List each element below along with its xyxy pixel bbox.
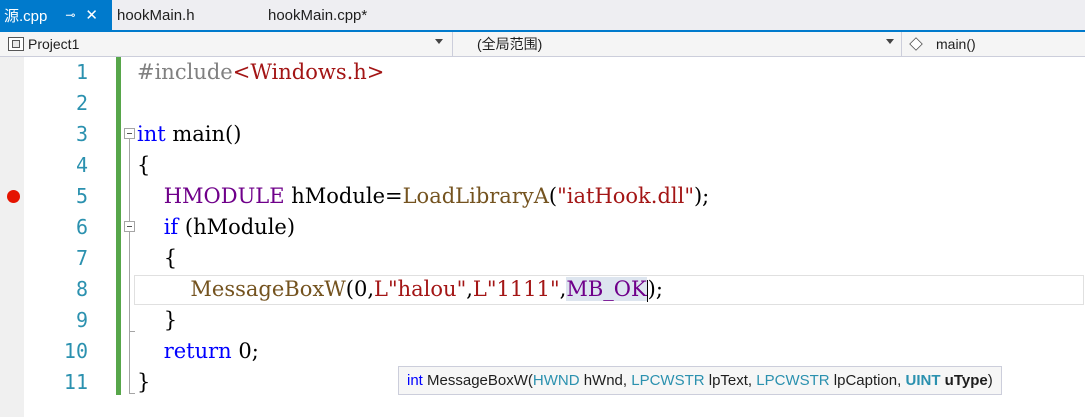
- code-token: L"1111": [472, 277, 560, 301]
- code-token: int: [137, 122, 166, 146]
- code-line[interactable]: {: [137, 243, 177, 274]
- member-dropdown[interactable]: main(): [902, 32, 1085, 56]
- code-token: HMODULE: [163, 184, 285, 208]
- line-number: 6: [75, 215, 88, 239]
- tooltip-segment: UINT: [905, 372, 941, 389]
- code-token: hModule=: [284, 184, 403, 208]
- change-tracking-bar: [116, 57, 121, 395]
- function-icon: [909, 37, 923, 51]
- code-token: <Windows.h>: [232, 60, 385, 84]
- tooltip-segment: lpCaption,: [829, 372, 906, 389]
- scope-dropdown[interactable]: (全局范围): [455, 32, 900, 56]
- navigation-bar: Project1 (全局范围) main(): [0, 32, 1085, 57]
- code-token: "iatHook.dll": [557, 184, 694, 208]
- tooltip-segment: LPCWSTR: [756, 372, 830, 389]
- collapse-icon[interactable]: [124, 128, 135, 139]
- tab-label: hookMain.cpp*: [268, 6, 368, 24]
- tooltip-segment: HWND: [532, 372, 580, 389]
- tooltip-segment: ): [987, 372, 993, 389]
- code-token: (hModule): [178, 215, 296, 239]
- tooltip-segment: hWnd,: [579, 372, 632, 389]
- project-dropdown[interactable]: Project1: [0, 32, 449, 56]
- code-line[interactable]: {: [137, 150, 150, 181]
- outline-guide: [129, 139, 130, 394]
- code-token: #include: [137, 60, 233, 84]
- code-token: 0;: [231, 339, 259, 363]
- code-token: );: [647, 277, 663, 301]
- code-line[interactable]: }: [137, 367, 150, 398]
- code-token: main(): [165, 122, 242, 146]
- code-token: LoadLibraryA: [402, 184, 549, 208]
- breakpoint-icon[interactable]: [7, 190, 20, 203]
- code-line[interactable]: int main(): [137, 119, 241, 150]
- line-number: 2: [75, 91, 88, 115]
- code-token: );: [693, 184, 710, 208]
- code-token: (0,: [345, 277, 375, 301]
- code-token: if: [163, 215, 179, 239]
- code-line[interactable]: return 0;: [137, 336, 259, 367]
- code-token: MessageBoxW: [190, 277, 346, 301]
- code-editor[interactable]: 1 2 3 4 5 6 7 8 9 10 11 #include<Windows.h> int mai…: [0, 57, 1085, 417]
- outline-guide-end: [129, 331, 135, 332]
- tooltip-segment: uType: [940, 372, 988, 389]
- tab-label: 源.cpp: [4, 7, 48, 25]
- line-number: 9: [75, 308, 88, 332]
- code-token: return: [163, 339, 232, 363]
- chevron-down-icon[interactable]: [435, 39, 443, 44]
- divider: [452, 32, 453, 56]
- project-label: Project1: [28, 36, 80, 52]
- chevron-down-icon[interactable]: [886, 39, 894, 44]
- line-number: 10: [63, 339, 88, 363]
- parameter-info-tooltip: int MessageBoxW(HWND hWnd, LPCWSTR lpTex…: [398, 366, 1002, 395]
- close-icon[interactable]: ✕: [85, 6, 98, 24]
- member-label: main(): [936, 36, 976, 52]
- outline-guide-end: [129, 393, 135, 394]
- glyph-margin[interactable]: [0, 57, 24, 417]
- tooltip-segment: MessageBoxW(: [422, 372, 533, 389]
- tab-source-cpp[interactable]: 源.cpp ⊸ ✕: [0, 0, 112, 30]
- pin-icon[interactable]: ⊸: [65, 8, 75, 22]
- code-token: (: [548, 184, 558, 208]
- tooltip-segment: lpText,: [704, 372, 757, 389]
- code-line[interactable]: HMODULE hModule=LoadLibraryA("iatHook.dl…: [137, 181, 710, 212]
- line-number: 5: [75, 184, 88, 208]
- code-token: }: [137, 370, 151, 394]
- code-line[interactable]: }: [137, 305, 177, 336]
- line-number: 3: [75, 122, 88, 146]
- collapse-icon[interactable]: [124, 221, 135, 232]
- code-token: MB_OK: [566, 277, 647, 301]
- tooltip-segment: int: [407, 372, 423, 389]
- line-number: 7: [75, 246, 88, 270]
- line-number: 11: [63, 370, 88, 394]
- code-token: {: [137, 246, 178, 270]
- project-icon: [8, 37, 24, 51]
- code-line[interactable]: MessageBoxW(0,L"halou",L"1111",MB_OK);: [137, 274, 663, 305]
- tab-hookmain-cpp[interactable]: hookMain.cpp*: [268, 0, 367, 30]
- line-number: 8: [75, 277, 88, 301]
- code-token: }: [137, 308, 178, 332]
- code-token: L"halou": [374, 277, 467, 301]
- line-number: 4: [75, 153, 88, 177]
- tab-label: hookMain.h: [117, 6, 195, 24]
- line-number: 1: [75, 60, 88, 84]
- code-line[interactable]: if (hModule): [137, 212, 295, 243]
- tooltip-segment: LPCWSTR: [631, 372, 705, 389]
- document-tab-strip: 源.cpp ⊸ ✕ hookMain.h hookMain.cpp*: [0, 0, 1085, 30]
- tab-hookmain-h[interactable]: hookMain.h: [117, 0, 195, 30]
- code-token: {: [137, 153, 151, 177]
- code-line[interactable]: #include<Windows.h>: [137, 57, 384, 88]
- scope-label: (全局范围): [477, 36, 543, 52]
- code-token: ,: [466, 277, 473, 301]
